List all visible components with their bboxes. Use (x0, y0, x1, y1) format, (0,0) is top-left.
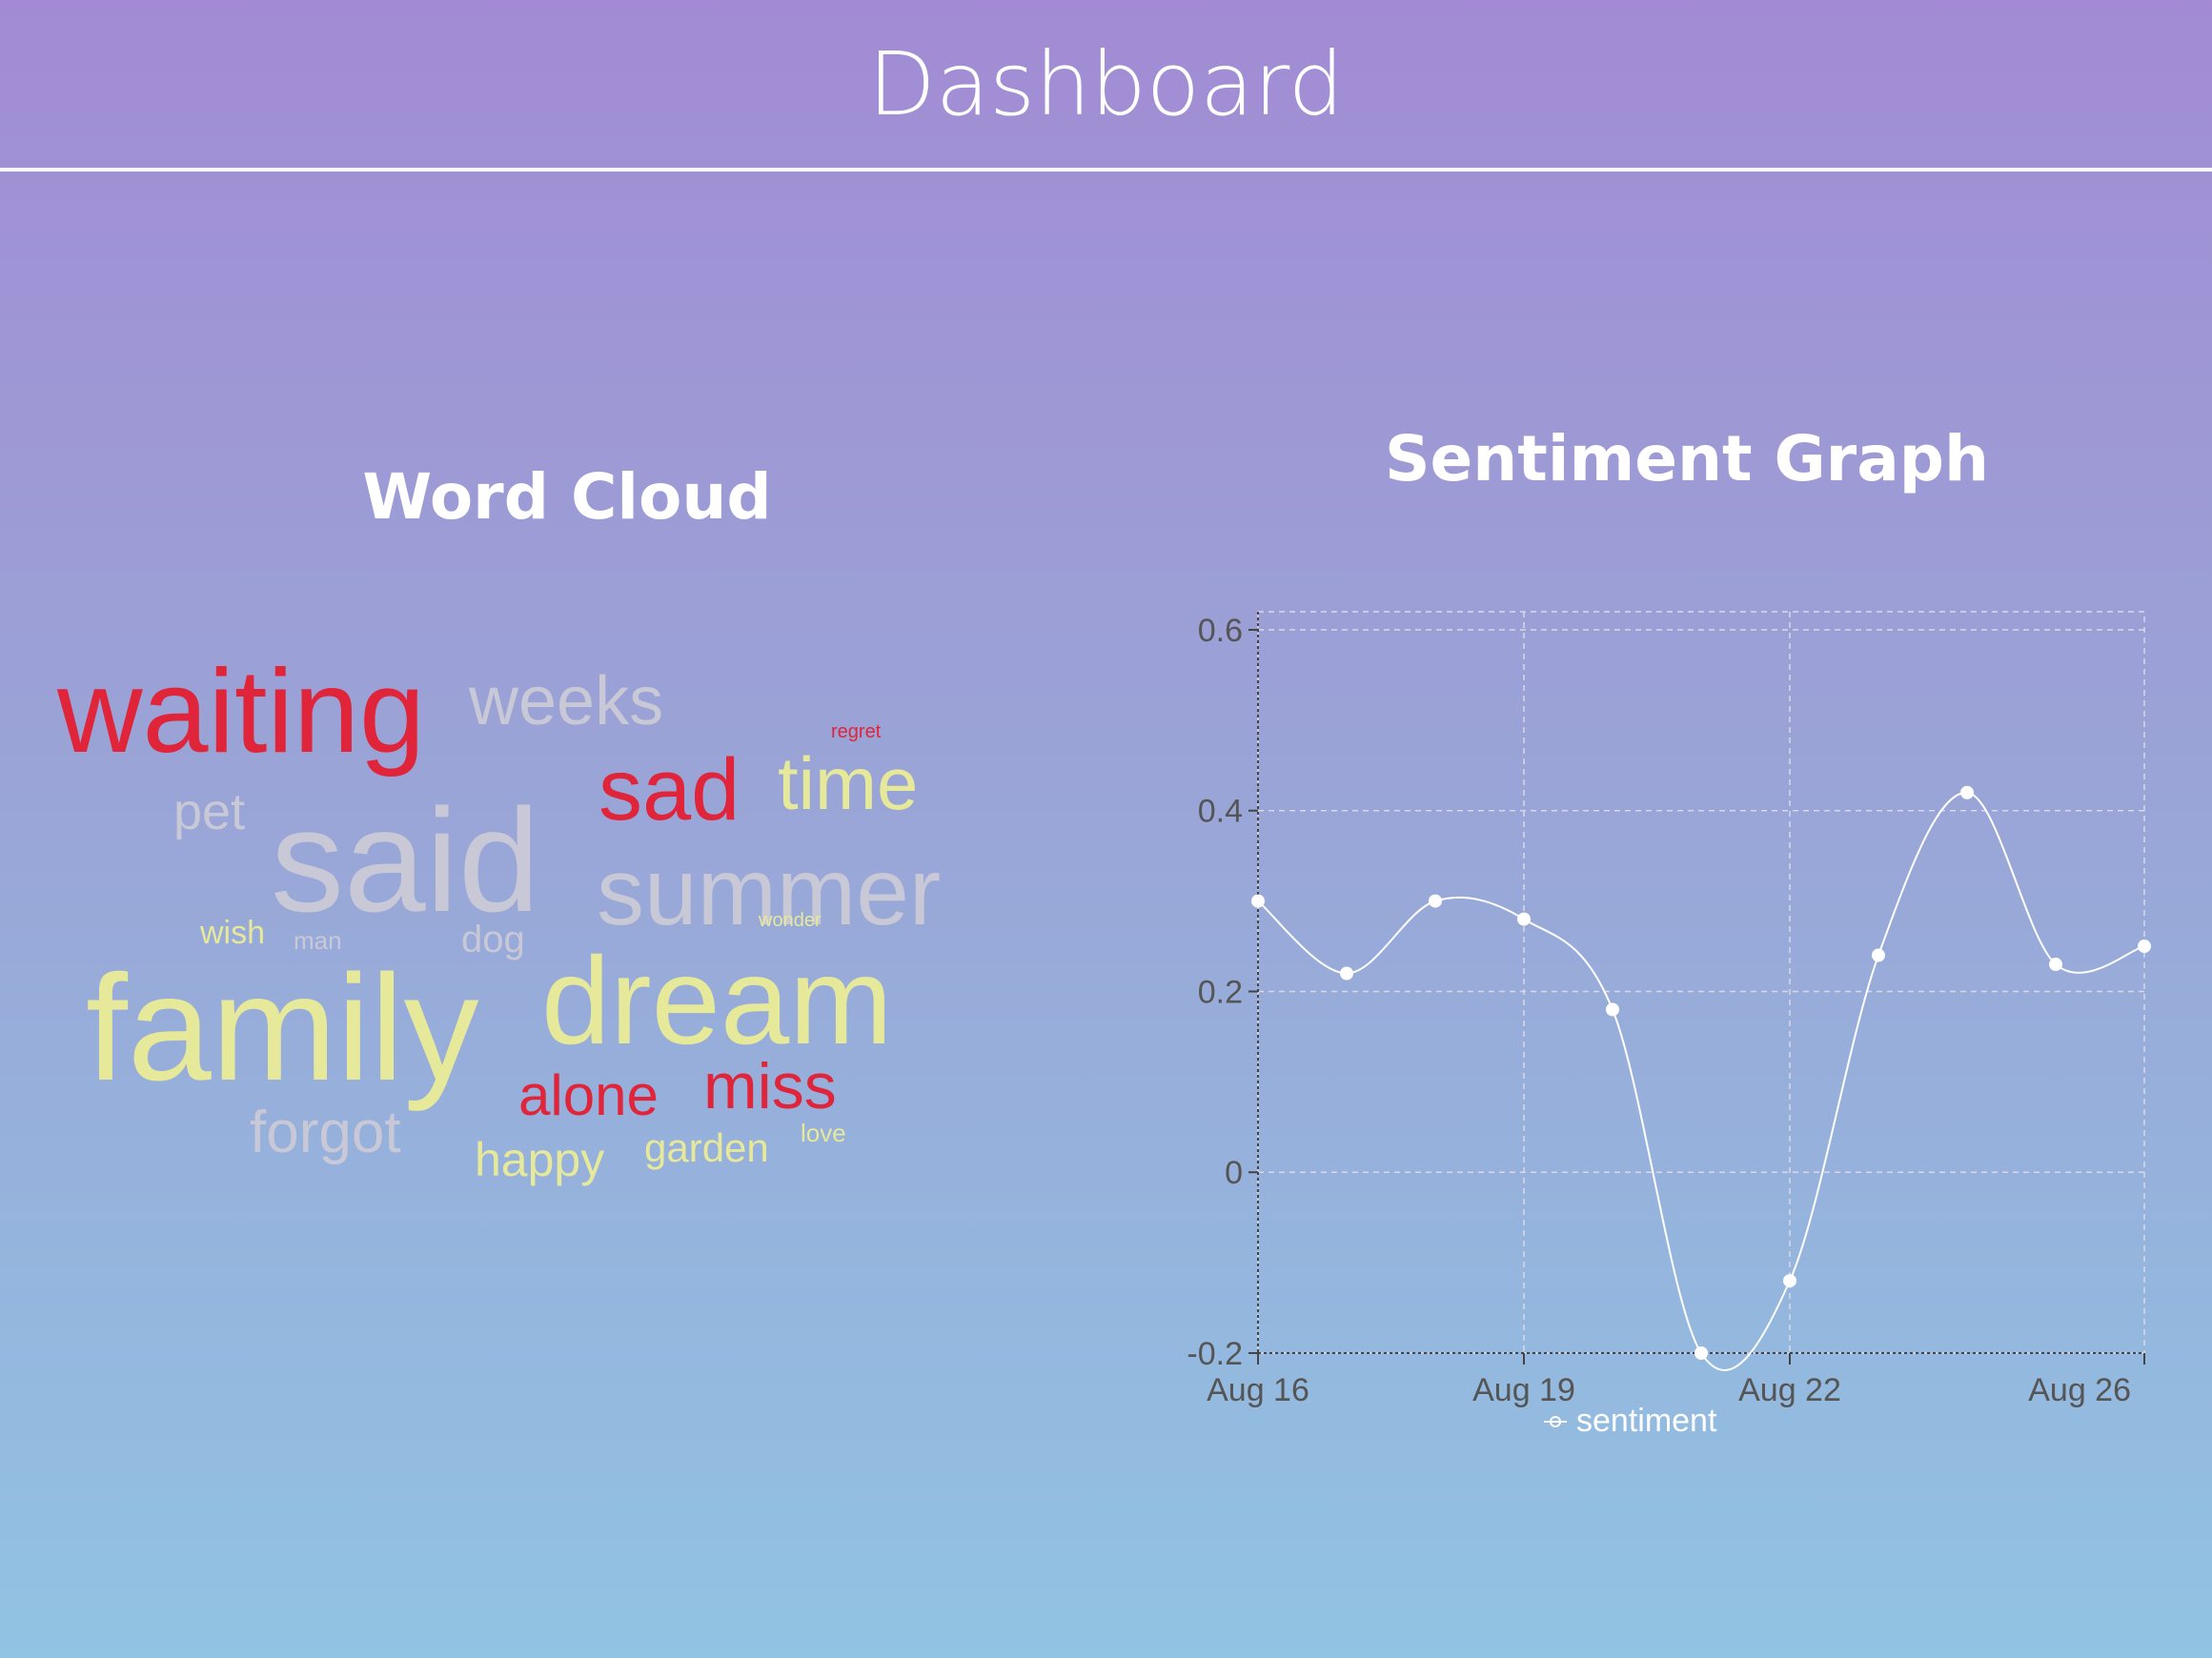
cloud-word: family (86, 944, 479, 1112)
data-point (1251, 894, 1265, 908)
x-tick-label: Aug 19 (1472, 1372, 1575, 1408)
cloud-word: forgot (250, 1100, 401, 1165)
sentiment-line (1257, 791, 2145, 1371)
cloud-word: pet (173, 783, 246, 840)
data-point (1960, 785, 1974, 799)
cloud-word: dream (541, 931, 893, 1070)
x-tick-label: Aug 16 (1207, 1372, 1309, 1408)
data-point (2138, 940, 2151, 954)
cloud-word: love (801, 1119, 846, 1147)
data-point (1783, 1274, 1796, 1288)
page-title: Dashboard (867, 33, 1345, 135)
cloud-word: regret (831, 721, 882, 742)
data-point (1340, 966, 1353, 981)
cloud-word: happy (475, 1133, 605, 1186)
cloud-word: weeks (469, 663, 664, 739)
x-tick-label: Aug 22 (1738, 1372, 1841, 1408)
y-tick-label: -0.2 (1187, 1336, 1243, 1372)
cloud-word: miss (703, 1050, 837, 1122)
data-point (2049, 958, 2062, 972)
legend-label: sentiment (1576, 1403, 1717, 1439)
data-point (1695, 1346, 1708, 1360)
sentiment-chart-svg: -0.2 0 0.2 0.4 0.6 Aug 16 Aug 19 Aug 22 Aug 26 se… (1187, 611, 2151, 1439)
y-tick-label: 0 (1225, 1155, 1243, 1191)
data-point (1429, 894, 1442, 908)
sentiment-chart: -0.2 0 0.2 0.4 0.6 Aug 16 Aug 19 Aug 22 Aug 26 se… (1163, 591, 2173, 1448)
cloud-word: alone (518, 1063, 659, 1127)
y-tick-label: 0.4 (1198, 794, 1243, 830)
y-tick-label: 0.2 (1198, 974, 1243, 1010)
cloud-word: waiting (57, 646, 425, 778)
plot-frame (1257, 611, 2145, 1354)
cloud-word: said (271, 778, 540, 942)
data-point (1606, 1002, 1619, 1017)
word-cloud-title: Word Cloud (362, 460, 772, 534)
x-tick-label: Aug 26 (2028, 1372, 2131, 1408)
word-cloud: waiting weeks regret sad time pet said summer wi… (38, 648, 1067, 1220)
cloud-word: time (778, 741, 919, 825)
header-bar: Dashboard (0, 0, 2212, 172)
data-point (1872, 948, 1885, 962)
y-tick-label: 0.6 (1198, 613, 1243, 649)
cloud-word: sad (599, 741, 741, 839)
data-point (1517, 912, 1531, 926)
cloud-word: garden (644, 1125, 769, 1170)
cloud-word: wonder (759, 910, 822, 931)
sentiment-graph-title: Sentiment Graph (1385, 422, 1989, 495)
